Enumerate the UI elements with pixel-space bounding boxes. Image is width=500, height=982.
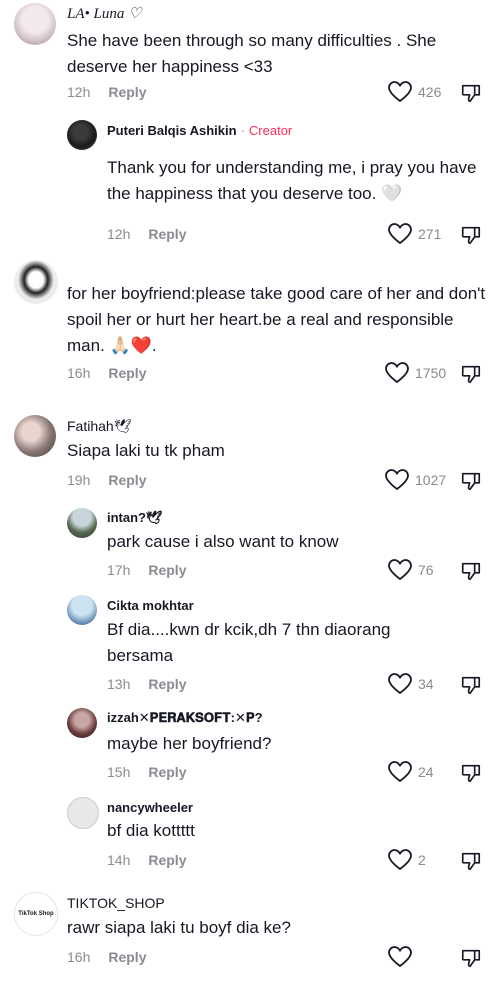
thumbs-down-icon[interactable] xyxy=(460,363,482,385)
comment-meta: 14h Reply xyxy=(107,852,186,868)
reply-comment: Cikta mokhtar Bf dia....kwn dr kcik,dh 7… xyxy=(0,588,500,700)
reply-comment: izzah✕𝐏𝐄𝐑𝐀𝐊𝐒𝐎𝐅𝐓:✕𝐏? maybe her boyfriend?… xyxy=(0,700,500,790)
comment-text: park cause i also want to know xyxy=(107,532,339,551)
thumbs-down-icon[interactable] xyxy=(460,224,482,246)
timestamp: 16h xyxy=(67,949,91,965)
comment-text: Thank you for understanding me, i pray y… xyxy=(107,158,477,203)
reply-button[interactable]: Reply xyxy=(108,949,146,965)
comment: for her boyfriend:please take good care … xyxy=(0,252,500,397)
comment-text: Bf dia....kwn dr kcik,dh 7 thn diaorang … xyxy=(107,620,391,665)
timestamp: 13h xyxy=(107,676,131,692)
avatar[interactable] xyxy=(67,797,99,829)
heart-outline-icon xyxy=(385,362,409,384)
reply-button[interactable]: Reply xyxy=(148,226,186,242)
comment-text: rawr siapa laki tu boyf dia ke? xyxy=(67,918,291,937)
like-button[interactable]: 2 xyxy=(388,849,426,871)
like-count: 426 xyxy=(418,84,442,100)
like-button[interactable]: 1027 xyxy=(385,469,446,491)
like-button[interactable]: 24 xyxy=(388,761,434,783)
avatar[interactable] xyxy=(67,708,97,738)
reply-comment: Puteri Balqis Ashikin · Creator Thank you … xyxy=(0,112,500,252)
reply-comment: intan?🕊 park cause i also want to know 1… xyxy=(0,500,500,588)
comment-text: She have been through so many difficulti… xyxy=(67,31,437,76)
timestamp: 19h xyxy=(67,472,91,488)
like-count: 24 xyxy=(418,764,434,780)
reply-button[interactable]: Reply xyxy=(148,852,186,868)
comment: TikTok Shop TIKTOK_SHOP rawr siapa laki … xyxy=(0,886,500,982)
comment-meta: 16h Reply xyxy=(67,365,146,381)
thumbs-down-icon[interactable] xyxy=(460,560,482,582)
thumbs-down-icon[interactable] xyxy=(460,470,482,492)
timestamp: 16h xyxy=(67,365,91,381)
comment-text: maybe her boyfriend? xyxy=(107,734,272,753)
heart-outline-icon xyxy=(385,469,409,491)
thumbs-down-icon[interactable] xyxy=(460,674,482,696)
avatar[interactable] xyxy=(14,260,58,304)
comment-meta: 12h Reply xyxy=(107,226,186,242)
thumbs-down-icon[interactable] xyxy=(460,82,482,104)
reply-comment: nancywheeler bf dia kottttt 14h Reply 2 xyxy=(0,790,500,882)
timestamp: 12h xyxy=(67,84,91,100)
timestamp: 14h xyxy=(107,852,131,868)
reply-button[interactable]: Reply xyxy=(148,676,186,692)
comment-text: Siapa laki tu tk pham xyxy=(67,441,225,460)
heart-outline-icon xyxy=(388,849,412,871)
comment-text: bf dia kottttt xyxy=(107,821,195,840)
username[interactable]: Puteri Balqis Ashikin · Creator xyxy=(107,123,292,138)
like-count: 1750 xyxy=(415,365,447,381)
heart-outline-icon xyxy=(388,223,412,245)
avatar[interactable] xyxy=(14,415,56,457)
comment: Fatihah🕊 Siapa laki tu tk pham 19h Reply … xyxy=(0,405,500,500)
heart-outline-icon xyxy=(388,761,412,783)
comment-meta: 12h Reply xyxy=(67,84,146,100)
thumbs-down-icon[interactable] xyxy=(460,947,482,969)
reply-button[interactable]: Reply xyxy=(108,365,146,381)
like-button[interactable] xyxy=(388,946,418,968)
heart-outline-icon xyxy=(388,673,412,695)
like-button[interactable]: 34 xyxy=(388,673,434,695)
heart-outline-icon xyxy=(388,559,412,581)
like-button[interactable]: 76 xyxy=(388,559,434,581)
like-count: 271 xyxy=(418,226,442,242)
reply-button[interactable]: Reply xyxy=(108,84,146,100)
timestamp: 15h xyxy=(107,764,131,780)
thumbs-down-icon[interactable] xyxy=(460,850,482,872)
like-button[interactable]: 426 xyxy=(388,81,441,103)
like-count: 2 xyxy=(418,852,426,868)
reply-button[interactable]: Reply xyxy=(148,764,186,780)
like-button[interactable]: 1750 xyxy=(385,362,446,384)
avatar[interactable]: TikTok Shop xyxy=(14,892,58,936)
username[interactable]: Fatihah🕊 xyxy=(67,418,131,435)
avatar[interactable] xyxy=(67,595,97,625)
username[interactable]: LA• Luna ♡ xyxy=(67,4,142,23)
username[interactable]: nancywheeler xyxy=(107,800,193,815)
creator-badge: · Creator xyxy=(240,123,293,138)
heart-outline-icon xyxy=(388,81,412,103)
avatar[interactable] xyxy=(14,3,56,45)
comment: LA• Luna ♡ She have been through so many… xyxy=(0,0,500,112)
timestamp: 12h xyxy=(107,226,131,242)
avatar[interactable] xyxy=(67,508,97,538)
heart-outline-icon xyxy=(388,946,412,968)
comment-meta: 15h Reply xyxy=(107,764,186,780)
like-count: 34 xyxy=(418,676,434,692)
username[interactable]: TIKTOK_SHOP xyxy=(67,895,165,911)
username[interactable]: izzah✕𝐏𝐄𝐑𝐀𝐊𝐒𝐎𝐅𝐓:✕𝐏? xyxy=(107,710,263,726)
reply-button[interactable]: Reply xyxy=(108,472,146,488)
username[interactable]: intan?🕊 xyxy=(107,510,163,526)
comment-meta: 16h Reply xyxy=(67,949,146,965)
reply-button[interactable]: Reply xyxy=(148,562,186,578)
avatar[interactable] xyxy=(67,120,97,150)
like-count: 76 xyxy=(418,562,434,578)
timestamp: 17h xyxy=(107,562,131,578)
comment-meta: 19h Reply xyxy=(67,472,146,488)
tiktok-shop-logo: TikTok Shop xyxy=(18,911,54,917)
comment-meta: 13h Reply xyxy=(107,676,186,692)
thumbs-down-icon[interactable] xyxy=(460,762,482,784)
comment-meta: 17h Reply xyxy=(107,562,186,578)
like-count: 1027 xyxy=(415,472,447,488)
username[interactable]: Cikta mokhtar xyxy=(107,598,194,613)
like-button[interactable]: 271 xyxy=(388,223,441,245)
comment-text: for her boyfriend:please take good care … xyxy=(67,284,486,355)
